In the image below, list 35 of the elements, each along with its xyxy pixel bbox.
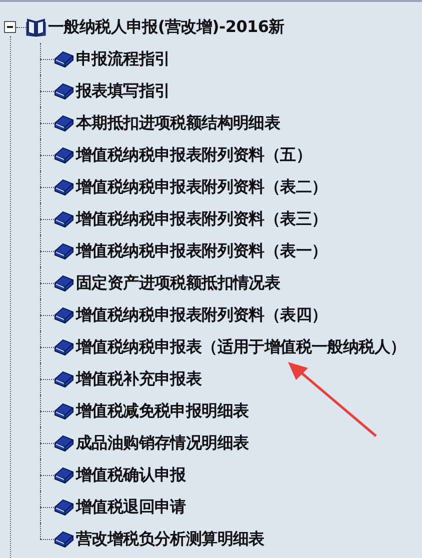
tree-node-label[interactable]: 增值税纳税申报表附列资料（表三） (76, 208, 328, 230)
tree-node-label[interactable]: 增值税退回申请 (76, 496, 186, 518)
tree-node-label[interactable]: 增值税纳税申报表附列资料（表一） (76, 240, 328, 262)
book-icon (54, 242, 74, 260)
tree-node-label[interactable]: 成品油购销存情况明细表 (76, 432, 249, 454)
book-icon (54, 146, 74, 164)
tree-node-label[interactable]: 增值税补充申报表 (76, 368, 202, 390)
tree-node-label[interactable]: 本期抵扣进项税额结构明细表 (76, 112, 280, 134)
book-icon (54, 370, 74, 388)
book-icon (54, 402, 74, 420)
tree-node-label[interactable]: 一般纳税人申报(营改增)-2016新 (48, 16, 284, 38)
open-book-icon (26, 17, 46, 37)
tree-node-label[interactable]: 申报流程指引 (76, 48, 170, 70)
collapse-icon[interactable] (4, 21, 16, 33)
tree-node-label[interactable]: 增值税纳税申报表附列资料（五） (76, 144, 312, 166)
tree-node-label[interactable]: 报表填写指引 (76, 80, 170, 102)
book-icon (54, 82, 74, 100)
tree-node-label[interactable]: 增值税纳税申报表附列资料（表二） (76, 176, 328, 198)
book-icon (54, 466, 74, 484)
book-icon (54, 50, 74, 68)
book-icon (54, 274, 74, 292)
tree-node-label[interactable]: 营改增税负分析测算明细表 (76, 528, 264, 550)
book-icon (54, 530, 74, 548)
book-icon (54, 434, 74, 452)
tree-node-label[interactable]: 固定资产进项税额抵扣情况表 (76, 272, 280, 294)
tree-node-label[interactable]: 增值税确认申报 (76, 464, 186, 486)
book-icon (54, 210, 74, 228)
tree-node-label[interactable]: 增值税纳税申报表（适用于增值税一般纳税人） (76, 336, 406, 358)
book-icon (54, 178, 74, 196)
tree-node-label[interactable]: 增值税纳税申报表附列资料（表四） (76, 304, 328, 326)
book-icon (54, 306, 74, 324)
book-icon (54, 338, 74, 356)
book-icon (54, 114, 74, 132)
book-icon (54, 498, 74, 516)
tree-node-label[interactable]: 增值税减免税申报明细表 (76, 400, 249, 422)
